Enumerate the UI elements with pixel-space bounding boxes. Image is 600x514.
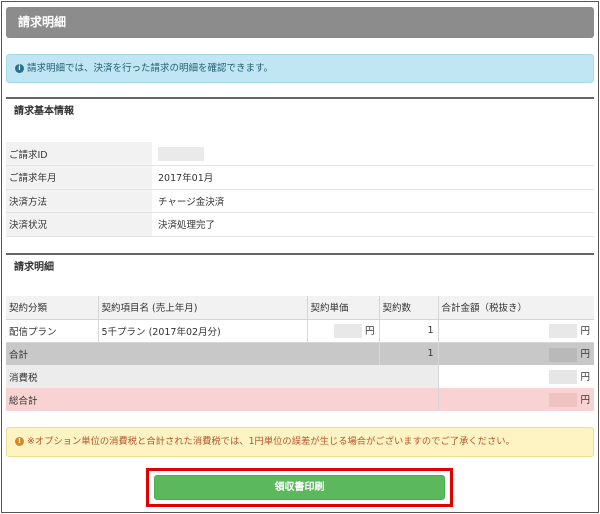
- redacted-amount: [549, 324, 578, 339]
- payment-status-value: 決済処理完了: [152, 212, 594, 237]
- table-header-row: 契約分類 契約項目名 (売上年月) 契約単価 契約数 合計金額（税抜き）: [6, 296, 594, 320]
- table-row: 配信プラン 5千プラン (2017年02月分) 円 1 円: [6, 319, 594, 343]
- yen-unit: 円: [580, 371, 590, 383]
- col-header-category: 契約分類: [6, 296, 99, 320]
- grand-total-label: 総合計: [6, 388, 439, 411]
- col-header-total: 合計金額（税抜き）: [438, 296, 594, 320]
- table-row: 決済方法 チャージ金決済: [6, 189, 594, 213]
- subtotal-quantity: 1: [379, 342, 439, 365]
- basic-info-table: ご請求ID ご請求年月 2017年01月 決済方法 チャージ金決済 決済状況 決…: [6, 142, 594, 237]
- redacted-billing-id: [158, 146, 204, 161]
- info-text: 請求明細では、決済を行った請求の明細を確認できます。: [27, 63, 274, 74]
- redacted-amount: [549, 347, 578, 362]
- payment-method-value: チャージ金決済: [152, 189, 594, 213]
- warning-alert: ! ※オプション単位の消費税と合計された消費税では、1円単位の誤差が生じる場合がご…: [6, 427, 594, 457]
- col-header-item: 契約項目名 (売上年月): [98, 296, 308, 320]
- payment-method-label: 決済方法: [6, 189, 152, 213]
- warning-text: ※オプション単位の消費税と合計された消費税では、1円単位の誤差が生じる場合がござ…: [27, 436, 515, 447]
- row-quantity: 1: [379, 319, 439, 343]
- grand-total-amount: 円: [438, 388, 594, 411]
- subtotal-label: 合計: [6, 342, 380, 365]
- redacted-amount: [549, 393, 578, 408]
- table-row: ご請求年月 2017年01月: [6, 165, 594, 190]
- subtotal-row: 合計 1 円: [6, 342, 594, 365]
- yen-unit: 円: [580, 325, 590, 337]
- print-button-highlight: 領収書印刷: [146, 468, 453, 507]
- billing-month-value: 2017年01月: [152, 165, 594, 190]
- yen-unit: 円: [580, 349, 590, 360]
- row-total: 円: [438, 319, 594, 343]
- yen-unit: 円: [580, 394, 590, 406]
- tax-label: 消費税: [6, 365, 439, 388]
- print-receipt-button[interactable]: 領収書印刷: [154, 475, 445, 500]
- tax-row: 消費税 円: [6, 365, 594, 388]
- table-row: 決済状況 決済処理完了: [6, 212, 594, 237]
- tax-amount: 円: [438, 365, 594, 388]
- info-alert: i 請求明細では、決済を行った請求の明細を確認できます。: [6, 54, 594, 83]
- billing-month-label: ご請求年月: [6, 165, 152, 190]
- payment-status-label: 決済状況: [6, 212, 152, 237]
- subtotal-amount: 円: [438, 342, 594, 365]
- basic-info-heading: 請求基本情報: [6, 97, 594, 125]
- billing-detail-table: 契約分類 契約項目名 (売上年月) 契約単価 契約数 合計金額（税抜き） 配信プ…: [6, 296, 594, 411]
- grand-total-row: 総合計 円: [6, 388, 594, 411]
- col-header-unit-price: 契約単価: [307, 296, 380, 320]
- redacted-amount: [333, 324, 362, 339]
- col-header-quantity: 契約数: [379, 296, 439, 320]
- row-unit-price: 円: [307, 319, 380, 343]
- billing-id-value: [152, 142, 594, 166]
- billing-detail-heading: 請求明細: [6, 253, 594, 281]
- row-category: 配信プラン: [6, 319, 99, 343]
- billing-id-label: ご請求ID: [6, 142, 152, 166]
- info-icon: i: [15, 64, 24, 73]
- yen-unit: 円: [364, 325, 375, 337]
- page-title: 請求明細: [6, 7, 594, 38]
- table-row: ご請求ID: [6, 142, 594, 166]
- redacted-amount: [549, 370, 578, 385]
- row-item: 5千プラン (2017年02月分): [98, 319, 308, 343]
- warning-icon: !: [15, 437, 24, 446]
